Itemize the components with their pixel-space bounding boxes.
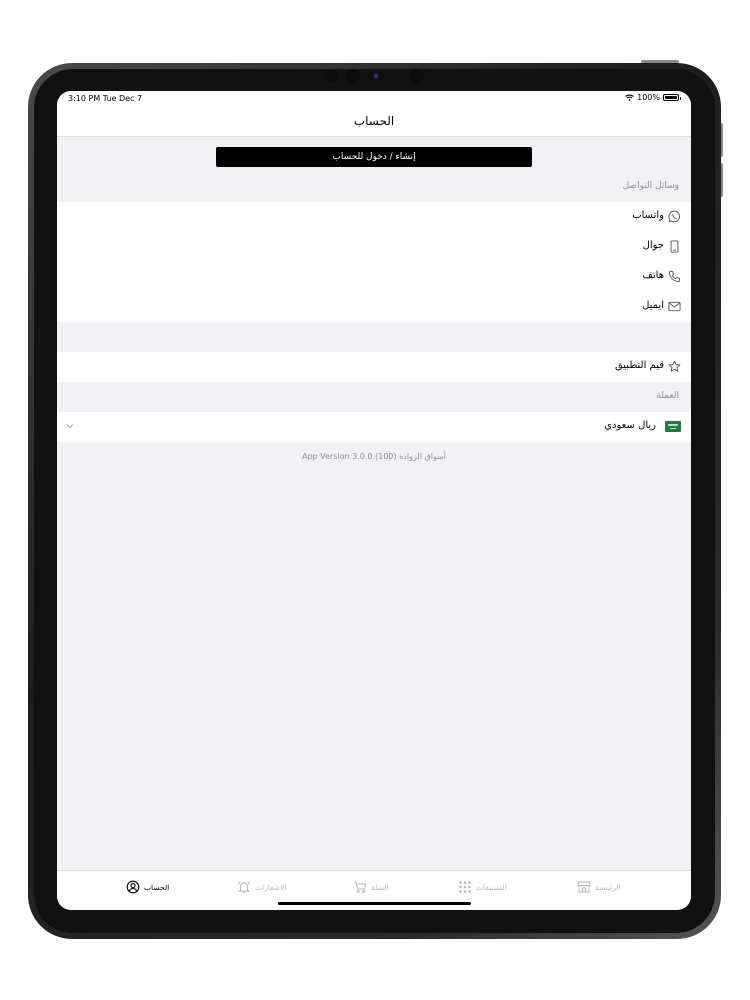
- tab-label: السلة: [371, 882, 389, 892]
- contact-label: واتساب: [632, 210, 664, 221]
- bell-icon: [237, 881, 251, 894]
- rate-group: قيم التطبيق: [57, 352, 691, 382]
- camera-indicator: [374, 74, 378, 78]
- rate-app-label: قيم التطبيق: [614, 360, 664, 371]
- contact-row-mobile[interactable]: جوال: [57, 232, 691, 262]
- currency-group: ريال سعودي: [57, 412, 691, 442]
- sensor-left: [324, 69, 338, 83]
- tab-label: الرئيسية: [595, 882, 621, 892]
- home-indicator[interactable]: [278, 902, 471, 905]
- saudi-flag-icon: [665, 421, 681, 432]
- star-icon: [668, 360, 681, 372]
- tab-home[interactable]: الرئيسية: [577, 879, 621, 895]
- tab-notifications[interactable]: الاشعارات: [237, 879, 286, 895]
- currency-selector[interactable]: ريال سعودي: [57, 412, 691, 442]
- sensor-middle: [346, 69, 360, 83]
- contact-section-label: وسائل التواصل: [622, 181, 679, 191]
- mobile-icon: [670, 240, 679, 253]
- login-register-button[interactable]: إنشاء / دخول للحساب: [216, 147, 532, 167]
- tab-label: التصنيفات: [476, 882, 507, 892]
- whatsapp-icon: [668, 210, 681, 223]
- grid-icon: [459, 881, 471, 893]
- tab-cart[interactable]: السلة: [353, 879, 389, 895]
- rate-app-row[interactable]: قيم التطبيق: [57, 352, 691, 382]
- battery-percent: 100%: [637, 93, 660, 102]
- contact-label: جوال: [642, 240, 664, 251]
- page-title: الحساب: [353, 114, 395, 128]
- sensor-right: [410, 69, 424, 83]
- contact-row-phone[interactable]: هاتف: [57, 262, 691, 292]
- cart-icon: [354, 881, 367, 893]
- currency-section-label: العملة: [656, 391, 679, 401]
- store-icon: [577, 881, 591, 893]
- status-right: 100%: [625, 93, 681, 102]
- navigation-bar: الحساب: [57, 107, 691, 137]
- account-icon: [126, 880, 140, 894]
- contact-label: هاتف: [642, 270, 664, 281]
- battery-icon: [663, 94, 681, 101]
- tab-categories[interactable]: التصنيفات: [458, 879, 507, 895]
- contact-row-email[interactable]: ايميل: [57, 292, 691, 322]
- app-version: App Version 3.0.0.(100) أسواق الزوادة: [301, 452, 447, 461]
- tab-label: الاشعارات: [255, 882, 287, 892]
- tab-account[interactable]: الحساب: [126, 879, 169, 895]
- currency-selected-value: ريال سعودي: [604, 420, 656, 431]
- app-screen: 3:10 PM Tue Dec 7 100% الحساب إنشاء / دخ…: [57, 91, 691, 910]
- wifi-icon: [625, 94, 634, 101]
- chevron-down-icon: [66, 424, 74, 429]
- contact-row-whatsapp[interactable]: واتساب: [57, 202, 691, 232]
- status-time: 3:10 PM Tue Dec 7: [68, 94, 143, 103]
- phone-icon: [668, 270, 681, 283]
- tab-label: الحساب: [144, 882, 170, 892]
- contact-group: واتساب جوال هاتف ايميل: [57, 202, 691, 322]
- mail-icon: [668, 301, 681, 312]
- status-bar: 3:10 PM Tue Dec 7 100%: [57, 91, 691, 107]
- contact-label: ايميل: [642, 300, 664, 311]
